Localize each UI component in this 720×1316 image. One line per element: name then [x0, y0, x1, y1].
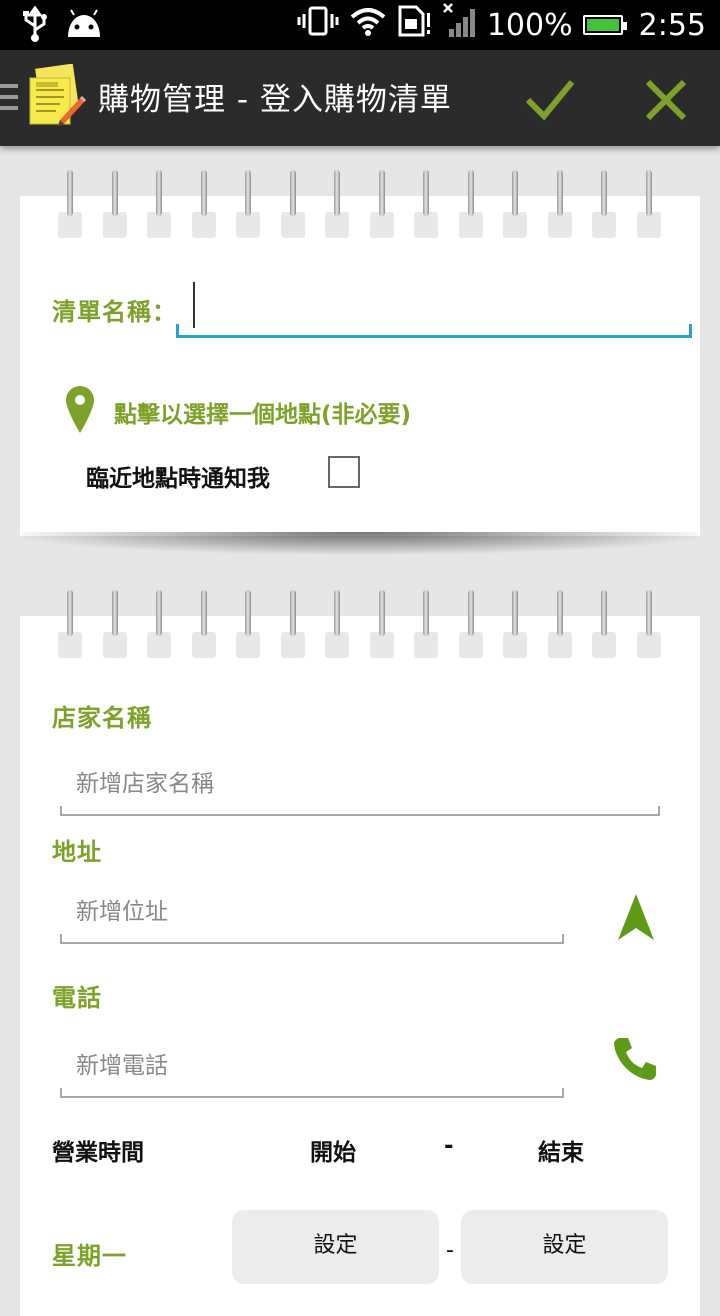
battery-percent: 100% — [486, 7, 573, 43]
binder-ring — [458, 170, 483, 242]
binder-ring — [503, 590, 527, 662]
card-shadow — [22, 532, 698, 554]
binder-ring — [547, 170, 572, 242]
page-title: 購物管理 - 登入購物清單 — [98, 82, 452, 118]
day-separator: - — [446, 1238, 454, 1263]
cancel-button[interactable] — [638, 72, 694, 128]
business-hours-label: 營業時間 — [52, 1140, 144, 1166]
binder-ring — [369, 590, 394, 662]
hours-separator: - — [444, 1133, 454, 1159]
binder-ring — [191, 170, 216, 242]
map-pin-icon[interactable] — [64, 384, 96, 434]
navigate-arrow-icon[interactable] — [616, 892, 656, 942]
drawer-menu-icon[interactable] — [0, 84, 18, 117]
address-field[interactable]: 新增位址 — [60, 886, 564, 944]
confirm-button[interactable] — [522, 72, 578, 128]
signal-icon — [442, 3, 477, 47]
notebook-rings — [20, 170, 700, 242]
hours-start-label: 開始 — [310, 1140, 356, 1166]
store-name-label: 店家名稱 — [52, 704, 152, 732]
binder-ring — [458, 590, 483, 662]
monday-end-set-button[interactable]: 設定 — [461, 1210, 668, 1284]
action-bar: 購物管理 - 登入購物清單 — [0, 50, 720, 146]
binder-ring — [636, 590, 661, 662]
battery-icon — [582, 15, 627, 35]
binder-ring — [102, 590, 127, 662]
binder-ring — [147, 170, 171, 242]
sim-alert-icon — [397, 5, 433, 45]
day-label-monday: 星期一 — [52, 1242, 127, 1270]
binder-ring — [325, 170, 349, 242]
input-edge — [176, 324, 179, 338]
phone-field[interactable]: 新增電話 — [60, 1040, 564, 1098]
binder-ring — [369, 170, 394, 242]
phone-call-icon[interactable] — [612, 1034, 660, 1082]
binder-ring — [636, 170, 661, 242]
binder-ring — [58, 170, 82, 242]
binder-ring — [325, 590, 349, 662]
binder-ring — [280, 590, 305, 662]
binder-ring — [547, 590, 572, 662]
address-label: 地址 — [52, 838, 102, 866]
binder-ring — [592, 170, 616, 242]
store-name-field[interactable]: 新增店家名稱 — [60, 758, 660, 816]
binder-ring — [236, 170, 260, 242]
status-bar: 100% 2:55 — [0, 0, 720, 50]
hours-end-label: 結束 — [538, 1140, 584, 1166]
binder-ring — [102, 170, 127, 242]
list-name-label: 清單名稱： — [52, 298, 177, 326]
input-edge — [689, 324, 692, 338]
binder-ring — [147, 590, 171, 662]
notify-nearby-checkbox[interactable] — [328, 456, 360, 488]
clock: 2:55 — [638, 7, 706, 43]
wifi-icon — [349, 6, 387, 44]
binder-ring — [236, 590, 260, 662]
monday-start-set-button[interactable]: 設定 — [232, 1210, 439, 1284]
binder-ring — [280, 170, 305, 242]
notebook-rings — [20, 590, 700, 662]
close-icon — [645, 79, 687, 121]
vibrate-icon — [297, 6, 339, 44]
notify-nearby-label: 臨近地點時通知我 — [86, 466, 270, 492]
check-icon — [525, 80, 575, 121]
list-name-input[interactable] — [176, 282, 692, 338]
phone-label: 電話 — [52, 984, 102, 1012]
select-location-link[interactable]: 點擊以選擇一個地點(非必要) — [114, 395, 411, 429]
binder-ring — [592, 590, 616, 662]
app-logo-icon[interactable] — [26, 63, 88, 130]
binder-ring — [414, 590, 438, 662]
usb-icon — [20, 5, 50, 46]
android-debug-icon — [64, 9, 104, 43]
binder-ring — [191, 590, 216, 662]
binder-ring — [58, 590, 82, 662]
binder-ring — [503, 170, 527, 242]
binder-ring — [414, 170, 438, 242]
